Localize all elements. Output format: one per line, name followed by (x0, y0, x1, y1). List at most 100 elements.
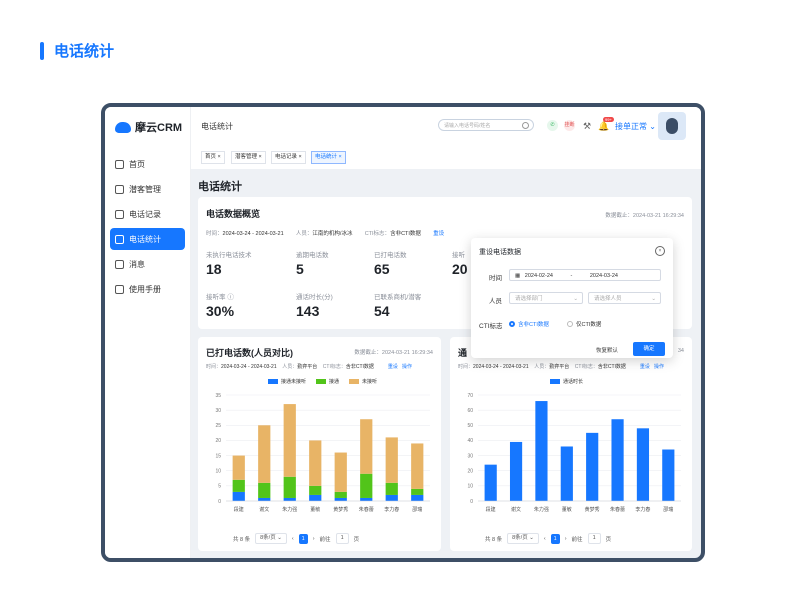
y-tick-label: 30 (467, 453, 473, 459)
legend-item: 未接听 (349, 378, 377, 385)
date-range-picker[interactable]: ▦ 2024-02-24 - 2024-03-24 (509, 269, 661, 281)
legend-item: 接通未接听 (268, 378, 306, 385)
chart2-reset-link[interactable]: 重设 (640, 364, 650, 370)
bar-通话时长 (484, 464, 497, 501)
x-tick-label: 邵瑞 (412, 506, 422, 513)
page-unit: 页 (353, 536, 360, 543)
x-tick-label: 黄梦秀 (333, 506, 348, 513)
overview-reset-link[interactable]: 重设 (433, 231, 444, 237)
tools-icon[interactable]: ⚒ (583, 121, 591, 132)
y-tick-label: 20 (467, 469, 473, 475)
logo: 摩云CRM (105, 107, 190, 147)
person-select[interactable]: 请选择人员 ⌄ (588, 292, 661, 304)
bar-通话时长 (586, 432, 599, 501)
top-bar: 电话统计 请输入电话号码/姓名 ✆ 挂断 ⚒ 🔔 99+ 接单正常 ⌄ (191, 107, 701, 146)
book-icon (115, 284, 124, 294)
page-number[interactable]: 1 (298, 533, 308, 544)
message-icon (115, 259, 124, 269)
y-tick-label: 50 (467, 423, 473, 429)
sidebar-item-manual[interactable]: 使用手册 (110, 278, 185, 300)
y-tick-label: 15 (215, 453, 221, 459)
pager-total: 共 8 条 (485, 536, 503, 543)
y-tick-label: 30 (215, 408, 221, 414)
person-label: 人员 (489, 298, 502, 305)
sidebar-item-messages[interactable]: 消息 (110, 253, 185, 275)
page-number[interactable]: 1 (550, 533, 560, 544)
x-tick-label: 谢文 (511, 506, 521, 513)
next-page-icon[interactable]: › (313, 536, 315, 542)
bar-接通未接听 (385, 494, 398, 501)
page-size-select[interactable]: 8条/页 ⌄ (255, 533, 287, 544)
bar-chart-icon (115, 234, 124, 244)
hangup-button[interactable]: 挂断 (564, 120, 575, 131)
tab-call-stats[interactable]: 电话统计 × (311, 151, 346, 164)
y-tick-label: 10 (467, 484, 473, 490)
bar-未接听 (360, 419, 373, 474)
chart2-pagination: 共 8 条 8条/页 ⌄ ‹ 1 › 前往 1 页 (485, 533, 611, 544)
call-phone-icon[interactable]: ✆ (547, 120, 558, 131)
prev-page-icon[interactable]: ‹ (544, 536, 546, 542)
y-tick-label: 25 (215, 423, 221, 429)
help-icon[interactable]: ⓘ (227, 294, 234, 301)
chart1-deadline: 数据截止：2024-03-21 16:29:34 (354, 350, 433, 356)
page-size-select[interactable]: 8条/页 ⌄ (507, 533, 539, 544)
tab-home[interactable]: 首页 × (201, 151, 225, 164)
cti-radio-include[interactable]: 含非CTI数据 (509, 320, 549, 328)
bar-接通 (283, 476, 296, 498)
y-tick-label: 35 (215, 393, 221, 399)
y-tick-label: 0 (470, 499, 473, 505)
overview-meta: 时间：2024-03-24 - 2024-03-21 人员：江南的机构/冰冰 C… (206, 231, 445, 237)
reset-data-dialog: 重设电话数据 × 时间 ▦ 2024-02-24 - 2024-03-24 人员… (471, 238, 673, 358)
sidebar-nav: 首页 潜客管理 电话记录 电话统计 消息 使用手册 (105, 153, 190, 300)
goto-input[interactable]: 1 (587, 533, 601, 544)
chart1-action-link[interactable]: 操作 (402, 364, 412, 370)
cti-radio-only[interactable]: 仅CTI数据 (567, 320, 601, 328)
bar-接通 (258, 482, 271, 498)
chart1-pagination: 共 8 条 8条/页 ⌄ ‹ 1 › 前往 1 页 (233, 533, 359, 544)
x-tick-label: 董敏 (310, 506, 320, 513)
chart2-meta: 时间：2024-03-24 - 2024-03-21 人员：勤弈平台 CTI标志… (458, 364, 665, 370)
stat-label: 逾期电话数 (296, 252, 329, 259)
sidebar-item-call-records[interactable]: 电话记录 (110, 203, 185, 225)
sidebar-item-leads[interactable]: 潜客管理 (110, 178, 185, 200)
bell-icon[interactable]: 🔔 (598, 121, 609, 132)
y-tick-label: 40 (467, 438, 473, 444)
bar-接通未接听 (411, 494, 424, 501)
stat-label: 通话时长(分) (296, 294, 333, 301)
bar-接通未接听 (232, 491, 245, 501)
chevron-down-icon: ⌄ (649, 122, 656, 131)
sidebar-item-home[interactable]: 首页 (110, 153, 185, 175)
department-select[interactable]: 请选择部门 ⌄ (509, 292, 583, 304)
breadcrumb: 电话统计 (201, 122, 233, 131)
bar-未接听 (232, 455, 245, 480)
status-dropdown[interactable]: 接单正常 ⌄ (615, 121, 656, 132)
bar-接通 (411, 488, 424, 495)
next-page-icon[interactable]: › (565, 536, 567, 542)
avatar[interactable] (658, 112, 686, 140)
chart1-plot: 0 5 10 15 20 25 30 35 段建 谢文 朱力强 董敏 黄梦秀 朱春蕾 李力春 邵瑞 (215, 393, 430, 513)
confirm-button[interactable]: 确定 (633, 342, 665, 356)
y-tick-label: 10 (215, 469, 221, 475)
stat-value: 54 (374, 303, 390, 319)
cloud-logo-icon (115, 121, 131, 133)
x-tick-label: 李力春 (635, 506, 650, 513)
bar-接通 (232, 479, 245, 492)
bar-未接听 (385, 437, 398, 483)
prev-page-icon[interactable]: ‹ (292, 536, 294, 542)
bar-未接听 (283, 404, 296, 477)
goto-input[interactable]: 1 (335, 533, 349, 544)
bar-未接听 (334, 452, 347, 492)
sidebar-item-call-stats[interactable]: 电话统计 (110, 228, 185, 250)
y-tick-label: 0 (218, 499, 221, 505)
chart1-title: 已打电话数(人员对比) (206, 348, 293, 358)
bar-未接听 (309, 440, 322, 486)
tab-call-records[interactable]: 电话记录 × (271, 151, 306, 164)
close-icon[interactable]: × (655, 246, 665, 256)
restore-default-button[interactable]: 恢复默认 (596, 346, 618, 354)
stat-value: 30% (206, 303, 235, 319)
search-input[interactable]: 请输入电话号码/姓名 (438, 119, 534, 131)
chart2-action-link[interactable]: 操作 (654, 364, 664, 370)
tab-leads[interactable]: 潜客管理 × (231, 151, 266, 164)
bar-通话时长 (611, 419, 624, 501)
chart1-reset-link[interactable]: 重设 (388, 364, 398, 370)
